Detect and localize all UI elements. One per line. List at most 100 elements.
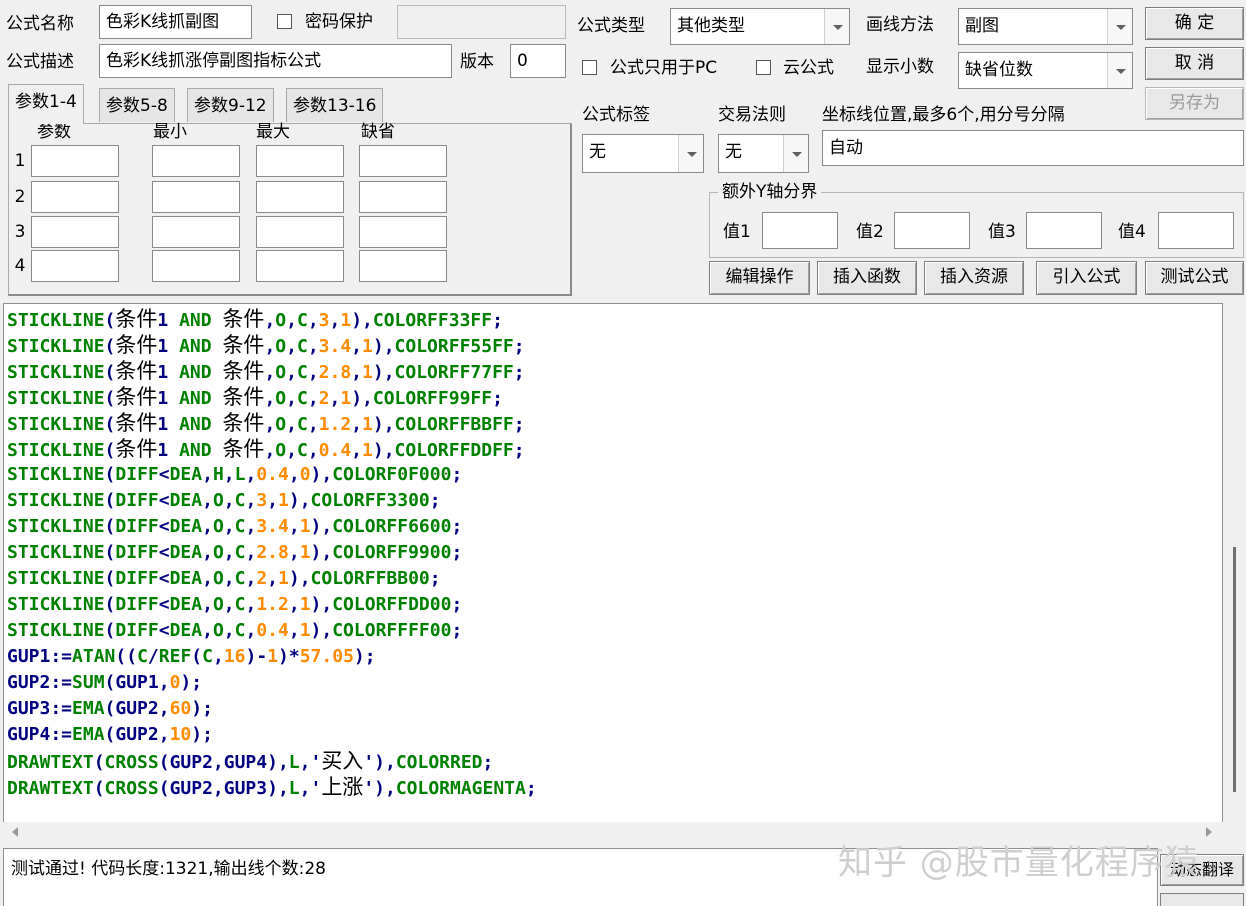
- code-token: /: [147, 646, 159, 667]
- formula-name-field[interactable]: 色彩K线抓副图: [99, 5, 252, 39]
- param-3-min-field[interactable]: [152, 216, 240, 248]
- import-formula-button[interactable]: 引入公式: [1036, 261, 1137, 295]
- scroll-left-icon[interactable]: [12, 827, 18, 837]
- code-token: EMA: [72, 698, 105, 719]
- y-value-3-label: 值3: [988, 222, 1016, 242]
- ok-button[interactable]: 确 定: [1145, 7, 1244, 40]
- formula-type-select[interactable]: 其他类型: [670, 8, 850, 45]
- chevron-down-icon[interactable]: [1107, 53, 1132, 88]
- code-token: ,: [267, 568, 279, 589]
- param-2-min-field[interactable]: [152, 181, 240, 213]
- secondary-button[interactable]: [1160, 893, 1244, 906]
- code-token: (: [104, 362, 116, 383]
- code-token: C: [296, 388, 308, 409]
- code-token: ),: [351, 310, 373, 331]
- code-token: SUM: [72, 672, 105, 693]
- password-checkbox[interactable]: [277, 14, 292, 29]
- insert-resource-button[interactable]: 插入资源: [924, 261, 1024, 295]
- code-token: ),: [372, 336, 395, 357]
- decimals-select[interactable]: 缺省位数: [958, 52, 1133, 89]
- param-3-default-field[interactable]: [359, 216, 447, 248]
- param-2-default-field[interactable]: [359, 181, 447, 213]
- param-1-name-field[interactable]: [31, 145, 119, 177]
- pc-only-checkbox[interactable]: [582, 60, 597, 75]
- chevron-down-icon[interactable]: [824, 9, 849, 44]
- trade-rule-value: 无: [725, 142, 742, 162]
- param-4-max-field[interactable]: [256, 250, 344, 282]
- tab-params-13-16[interactable]: 参数13-16: [286, 88, 384, 122]
- code-line: STICKLINE(DIFF<DEA,O,C,1.2,1),COLORFFDD0…: [7, 592, 537, 618]
- code-token: DIFF: [115, 568, 159, 589]
- code-token: C: [296, 414, 308, 435]
- cloud-checkbox[interactable]: [756, 60, 771, 75]
- code-editor[interactable]: STICKLINE(条件1 AND 条件,O,C,3,1),COLORFF33F…: [3, 303, 1223, 823]
- draw-method-value: 副图: [965, 16, 999, 36]
- formula-desc-field[interactable]: 色彩K线抓涨停副图指标公式: [99, 44, 452, 78]
- param-1-max-field[interactable]: [256, 145, 344, 177]
- test-formula-button[interactable]: 测试公式: [1145, 261, 1244, 295]
- code-token: ,: [286, 362, 297, 383]
- param-4-name-field[interactable]: [31, 250, 119, 282]
- trade-rule-select[interactable]: 无: [718, 134, 809, 173]
- code-token: ,: [223, 516, 235, 537]
- params-row-number: 2: [14, 187, 26, 207]
- code-token: '),: [363, 752, 396, 773]
- code-token: (: [104, 414, 116, 435]
- scroll-right-icon[interactable]: [1206, 827, 1212, 837]
- decimals-value: 缺省位数: [965, 60, 1033, 80]
- code-token: 条件: [222, 333, 265, 357]
- param-3-max-field[interactable]: [256, 216, 344, 248]
- code-token: ,: [329, 310, 341, 331]
- y-value-1-label: 值1: [723, 222, 751, 242]
- code-token: L: [234, 464, 246, 485]
- chevron-down-icon[interactable]: [783, 135, 808, 172]
- code-token: COLORF0F000: [332, 464, 452, 485]
- cancel-button[interactable]: 取 消: [1145, 47, 1244, 80]
- code-token: (: [104, 464, 116, 485]
- code-token: DEA: [169, 542, 203, 563]
- coord-line-field[interactable]: 自动: [822, 130, 1244, 166]
- tab-params-9-12[interactable]: 参数9-12: [187, 88, 274, 122]
- param-3-name-field[interactable]: [31, 216, 119, 248]
- param-2-max-field[interactable]: [256, 181, 344, 213]
- tab-params-1-4[interactable]: 参数1-4: [8, 84, 84, 124]
- code-token: ,: [212, 646, 224, 667]
- y-value-3-field[interactable]: [1026, 212, 1102, 249]
- param-1-min-field[interactable]: [152, 145, 240, 177]
- y-value-1-field[interactable]: [762, 212, 838, 249]
- code-token: ,: [267, 490, 279, 511]
- code-token: ,: [286, 414, 297, 435]
- code-token: ,: [264, 310, 276, 331]
- code-token: (GUP2,: [104, 724, 170, 745]
- code-line: STICKLINE(DIFF<DEA,O,C,2.8,1),COLORFF990…: [7, 540, 537, 566]
- code-token: DEA: [169, 516, 203, 537]
- code-token: 1: [278, 568, 289, 589]
- code-token: O: [275, 336, 287, 357]
- formula-type-value: 其他类型: [677, 16, 745, 36]
- version-field[interactable]: 0: [510, 44, 566, 78]
- insert-function-button[interactable]: 插入函数: [817, 261, 917, 295]
- code-token: ;: [513, 336, 525, 357]
- code-token: O: [275, 414, 287, 435]
- code-token: STICKLINE: [7, 336, 105, 357]
- param-1-default-field[interactable]: [359, 145, 447, 177]
- code-token: REF: [158, 646, 192, 667]
- edit-ops-button[interactable]: 编辑操作: [709, 261, 810, 295]
- code-token: 1: [362, 414, 373, 435]
- param-2-name-field[interactable]: [31, 181, 119, 213]
- formula-tag-select[interactable]: 无: [582, 134, 704, 173]
- y-value-2-field[interactable]: [894, 212, 970, 249]
- chevron-down-icon[interactable]: [678, 135, 703, 172]
- code-token: ,: [288, 594, 300, 615]
- code-token: '),: [363, 778, 396, 799]
- code-token: ),: [310, 620, 333, 641]
- tab-params-5-8[interactable]: 参数5-8: [99, 88, 175, 122]
- param-4-min-field[interactable]: [152, 250, 240, 282]
- y-value-4-field[interactable]: [1158, 212, 1234, 249]
- vertical-scrollbar-thumb[interactable]: [1233, 547, 1236, 792]
- chevron-down-icon[interactable]: [1107, 9, 1132, 44]
- code-token: C: [234, 594, 246, 615]
- draw-method-select[interactable]: 副图: [958, 8, 1133, 45]
- param-4-default-field[interactable]: [359, 250, 447, 282]
- code-token: STICKLINE: [7, 464, 105, 485]
